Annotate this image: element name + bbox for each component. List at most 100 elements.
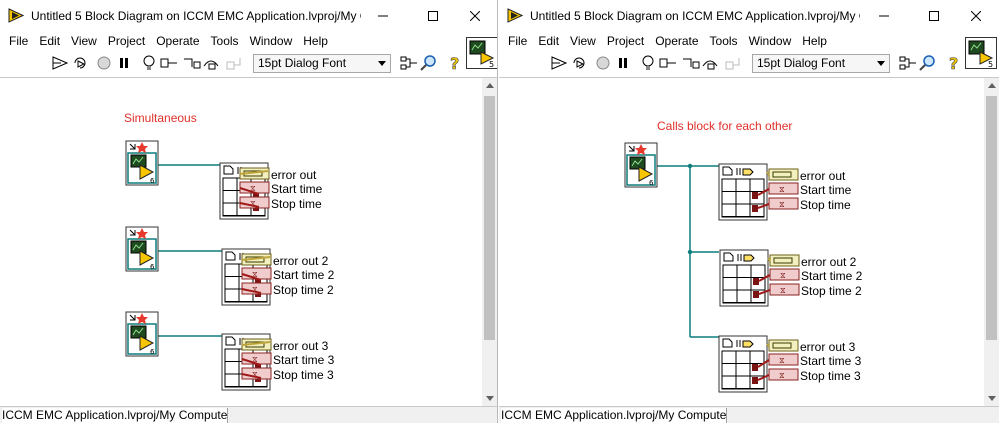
search-button[interactable] — [919, 54, 937, 72]
menu-help[interactable]: Help — [298, 34, 334, 48]
indicator-label: error out 2 — [801, 255, 857, 269]
subvi-number: 6 — [150, 263, 155, 271]
close-button[interactable] — [452, 0, 497, 31]
run-continuously-button[interactable] — [570, 54, 588, 72]
menu-window[interactable]: Window — [744, 34, 798, 48]
highlight-execution-button[interactable] — [639, 54, 657, 72]
step-over-button[interactable] — [203, 54, 221, 72]
step-into-button[interactable] — [183, 54, 201, 72]
indicator-label: error out — [800, 169, 846, 183]
unbundle-node[interactable] — [718, 335, 768, 393]
pause-button[interactable] — [115, 54, 133, 72]
time-indicator[interactable]: ⧖ — [768, 182, 799, 195]
block-diagram-window-simultaneous: Untitled 5 Block Diagram on ICCM EMC App… — [0, 0, 498, 423]
menu-file[interactable]: File — [503, 34, 533, 48]
step-out-icon — [725, 58, 740, 70]
window-title: Untitled 5 Block Diagram on ICCM EMC App… — [530, 9, 860, 23]
step-over-button[interactable] — [702, 54, 720, 72]
retain-wire-values-button[interactable] — [659, 54, 677, 72]
time-indicator[interactable]: ⧖ — [241, 352, 272, 365]
error-out-indicator[interactable] — [768, 168, 799, 181]
title-bar[interactable]: Untitled 5 Block Diagram on ICCM EMC App… — [499, 0, 999, 31]
abort-button[interactable] — [594, 54, 612, 72]
time-indicator[interactable]: ⧖ — [768, 353, 799, 366]
scroll-down-icon[interactable] — [482, 391, 497, 406]
unbundle-node[interactable] — [718, 163, 768, 221]
vertical-scrollbar[interactable] — [984, 78, 999, 406]
menu-bar: File Edit View Project Operate Tools Win… — [0, 31, 497, 51]
time-glyph: ⧖ — [779, 371, 785, 380]
indicator-label: error out — [271, 168, 317, 182]
terminal-marker — [752, 205, 758, 212]
scroll-down-icon[interactable] — [984, 391, 999, 406]
menu-file[interactable]: File — [4, 34, 34, 48]
subvi-node[interactable]: 6 — [125, 140, 159, 186]
minimize-button[interactable] — [360, 0, 406, 31]
time-indicator[interactable]: ⧖ — [769, 283, 800, 296]
run-button[interactable] — [550, 54, 568, 72]
menu-bar: File Edit View Project Operate Tools Win… — [499, 31, 999, 51]
run-continuously-button[interactable] — [71, 54, 89, 72]
menu-help[interactable]: Help — [797, 34, 833, 48]
search-button[interactable] — [420, 54, 438, 72]
highlight-execution-button[interactable] — [140, 54, 158, 72]
time-glyph: ⧖ — [779, 200, 785, 209]
block-diagram-canvas[interactable]: Simultaneous 6 ⧖ ⧖ 6 ⧖ ⧖ 6 ⧖ ⧖ error out Start t… — [0, 77, 497, 406]
context-help-button[interactable]: ? — [447, 54, 465, 72]
subvi-node[interactable]: 6 — [125, 311, 159, 357]
menu-edit[interactable]: Edit — [533, 34, 565, 48]
time-indicator[interactable]: ⧖ — [239, 181, 270, 194]
menu-view[interactable]: View — [565, 34, 602, 48]
scroll-thumb[interactable] — [986, 96, 997, 340]
font-select[interactable]: 15pt Dialog Font — [752, 54, 890, 73]
menu-edit[interactable]: Edit — [34, 34, 66, 48]
menu-tools[interactable]: Tools — [705, 34, 744, 48]
error-out-indicator[interactable] — [768, 339, 799, 352]
maximize-button[interactable] — [410, 0, 456, 31]
minimize-button[interactable] — [861, 0, 907, 31]
svg-text:?: ? — [450, 54, 459, 72]
time-indicator[interactable]: ⧖ — [768, 368, 799, 381]
font-select[interactable]: 15pt Dialog Font — [253, 54, 391, 73]
block-diagram-canvas[interactable]: Calls block for each other 6 ⧖ ⧖ ⧖ ⧖ ⧖ ⧖ error… — [499, 77, 999, 406]
retain-wire-values-button[interactable] — [160, 54, 178, 72]
close-button[interactable] — [953, 0, 999, 31]
indicator-label: Start time 2 — [273, 268, 335, 282]
step-over-icon — [702, 60, 718, 70]
time-indicator[interactable]: ⧖ — [768, 197, 799, 210]
menu-window[interactable]: Window — [245, 34, 299, 48]
error-out-indicator[interactable] — [769, 254, 800, 267]
time-indicator[interactable]: ⧖ — [241, 267, 272, 280]
time-indicator[interactable]: ⧖ — [769, 268, 800, 281]
indicator-label: Start time 3 — [273, 353, 335, 367]
cleanup-diagram-button[interactable] — [400, 54, 418, 72]
labview-app-icon — [8, 8, 24, 23]
step-into-button[interactable] — [682, 54, 700, 72]
cleanup-diagram-button[interactable] — [899, 54, 917, 72]
menu-operate[interactable]: Operate — [151, 34, 205, 48]
menu-view[interactable]: View — [66, 34, 103, 48]
scroll-thumb[interactable] — [484, 96, 495, 340]
context-help-button[interactable]: ? — [946, 54, 964, 72]
menu-operate[interactable]: Operate — [650, 34, 704, 48]
unbundle-node[interactable] — [719, 249, 769, 307]
scroll-up-icon[interactable] — [482, 78, 497, 93]
step-out-button[interactable] — [225, 54, 243, 72]
pause-button[interactable] — [614, 54, 632, 72]
abort-button[interactable] — [95, 54, 113, 72]
subvi-node[interactable]: 6 — [125, 226, 159, 272]
maximize-button[interactable] — [911, 0, 957, 31]
subvi-node[interactable]: 6 — [624, 142, 658, 188]
menu-tools[interactable]: Tools — [206, 34, 245, 48]
step-out-button[interactable] — [724, 54, 742, 72]
vertical-scrollbar[interactable] — [482, 78, 497, 406]
minimize-icon — [378, 15, 388, 16]
title-bar[interactable]: Untitled 5 Block Diagram on ICCM EMC App… — [0, 0, 497, 31]
terminal-marker — [753, 278, 759, 285]
menu-project[interactable]: Project — [602, 34, 650, 48]
indicator-label: error out 2 — [273, 254, 329, 268]
scroll-up-icon[interactable] — [984, 78, 999, 93]
run-button[interactable] — [51, 54, 69, 72]
menu-project[interactable]: Project — [103, 34, 151, 48]
search-icon — [420, 55, 436, 71]
